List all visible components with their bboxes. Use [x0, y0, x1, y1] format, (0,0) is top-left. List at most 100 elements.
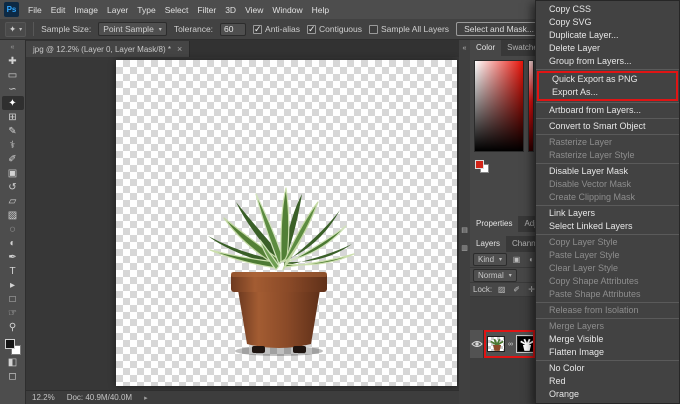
tab-layers[interactable]: Layers	[470, 236, 506, 252]
menu-item-paste-layer-style[interactable]: Paste Layer Style	[536, 249, 679, 262]
menu-window[interactable]: Window	[272, 5, 302, 15]
layer-thumbnail[interactable]	[487, 336, 505, 352]
menu-item-merge-visible[interactable]: Merge Visible	[536, 333, 679, 346]
toolbar-collapse-icon[interactable]: «	[11, 42, 15, 54]
document-tab[interactable]: jpg @ 12.2% (Layer 0, Layer Mask/8) * ×	[26, 41, 190, 57]
menu-separator	[536, 118, 679, 119]
select-and-mask-button[interactable]: Select and Mask...	[456, 22, 542, 36]
move-tool[interactable]: ✚	[2, 54, 24, 68]
menu-separator	[536, 69, 679, 70]
sample-size-select[interactable]: Point Sample ▾	[98, 22, 167, 36]
status-menu-arrow-icon[interactable]: ▸	[144, 394, 148, 402]
blend-mode-select[interactable]: Normal ▾	[473, 269, 517, 282]
menu-item-link-layers[interactable]: Link Layers	[536, 207, 679, 220]
quick-mask-button[interactable]: ◧	[2, 355, 24, 369]
menu-image[interactable]: Image	[74, 5, 98, 15]
tool-preset-dropdown[interactable]: ✦ ▾	[5, 22, 26, 37]
history-brush-tool[interactable]: ↺	[2, 180, 24, 194]
collapse-panels-icon[interactable]: «	[463, 44, 467, 54]
menu-item-export-as[interactable]: Export As...	[539, 86, 676, 99]
menu-item-select-linked-layers[interactable]: Select Linked Layers	[536, 220, 679, 233]
eraser-tool[interactable]: ▱	[2, 194, 24, 208]
menu-item-copy-layer-style[interactable]: Copy Layer Style	[536, 236, 679, 249]
blur-tool[interactable]: ◌	[2, 222, 24, 236]
brush-tool[interactable]: ✐	[2, 152, 24, 166]
contiguous-checkbox[interactable]: Contiguous	[307, 24, 362, 34]
tolerance-input[interactable]	[220, 23, 246, 36]
hand-tool[interactable]: ☞	[2, 306, 24, 320]
type-tool[interactable]: T	[2, 264, 24, 278]
eyedropper-tool[interactable]: ✎	[2, 124, 24, 138]
menu-help[interactable]: Help	[312, 5, 329, 15]
menu-item-release-from-isolation[interactable]: Release from Isolation	[536, 304, 679, 317]
magic-wand-tool[interactable]: ✦	[2, 96, 24, 110]
menu-item-merge-layers[interactable]: Merge Layers	[536, 320, 679, 333]
layer-mask-thumbnail[interactable]	[517, 336, 535, 352]
menu-item-disable-vector-mask[interactable]: Disable Vector Mask	[536, 178, 679, 191]
menu-filter[interactable]: Filter	[197, 5, 216, 15]
marquee-tool[interactable]: ▭	[2, 68, 24, 82]
menu-item-group-from-layers[interactable]: Group from Layers...	[536, 55, 679, 68]
menu-item-quick-export-png[interactable]: Quick Export as PNG	[539, 73, 676, 86]
menu-item-delete-layer[interactable]: Delete Layer	[536, 42, 679, 55]
menu-item-orange[interactable]: Orange	[536, 388, 679, 401]
tab-properties[interactable]: Properties	[470, 216, 518, 232]
menu-item-convert-smart-object[interactable]: Convert to Smart Object	[536, 120, 679, 133]
filter-pixel-icon[interactable]: ▣	[511, 255, 522, 264]
lock-transparency-icon[interactable]: ▨	[496, 285, 507, 294]
menu-view[interactable]: View	[245, 5, 263, 15]
path-selection-tool[interactable]: ▸	[2, 278, 24, 292]
menu-item-copy-css[interactable]: Copy CSS	[536, 3, 679, 16]
screen-mode-button[interactable]: ◻	[2, 369, 24, 383]
healing-brush-tool[interactable]: ⚕	[2, 138, 24, 152]
sample-all-layers-checkbox[interactable]: Sample All Layers	[369, 24, 449, 34]
foreground-background-swatches[interactable]	[5, 339, 21, 355]
fg-bg-mini-swatches[interactable]	[475, 160, 491, 174]
lasso-tool[interactable]: ∽	[2, 82, 24, 96]
tools-panel: « ✚ ▭ ∽ ✦ ⊞ ✎ ⚕ ✐ ▣ ↺ ▱ ▨ ◌ ◐ ✒ T ▸ □ ☞ …	[0, 40, 26, 404]
foreground-color-swatch[interactable]	[475, 160, 484, 169]
hue-slider[interactable]	[528, 60, 534, 152]
menu-item-flatten-image[interactable]: Flatten Image	[536, 346, 679, 359]
close-icon[interactable]: ×	[177, 44, 182, 54]
menu-item-rasterize-layer[interactable]: Rasterize Layer	[536, 136, 679, 149]
menu-item-paste-shape-attributes[interactable]: Paste Shape Attributes	[536, 288, 679, 301]
clone-stamp-tool[interactable]: ▣	[2, 166, 24, 180]
checkbox-icon	[369, 25, 378, 34]
canvas[interactable]	[116, 60, 457, 386]
menu-item-artboard-from-layers[interactable]: Artboard from Layers...	[536, 104, 679, 117]
menu-item-disable-layer-mask[interactable]: Disable Layer Mask	[536, 165, 679, 178]
pen-tool[interactable]: ✒	[2, 250, 24, 264]
color-gradient-picker[interactable]	[474, 60, 524, 152]
menu-item-red[interactable]: Red	[536, 375, 679, 388]
filter-kind-select[interactable]: Kind ▾	[473, 253, 507, 266]
crop-tool[interactable]: ⊞	[2, 110, 24, 124]
layer-visibility-toggle[interactable]	[470, 330, 484, 358]
menu-type[interactable]: Type	[137, 5, 155, 15]
menu-item-no-color[interactable]: No Color	[536, 362, 679, 375]
foreground-color-swatch[interactable]	[5, 339, 15, 349]
menu-3d[interactable]: 3D	[225, 5, 236, 15]
anti-alias-checkbox[interactable]: Anti-alias	[253, 24, 300, 34]
tab-color[interactable]: Color	[470, 40, 501, 56]
photoshop-logo-icon[interactable]: Ps	[4, 2, 19, 17]
menu-select[interactable]: Select	[165, 5, 189, 15]
zoom-level[interactable]: 12.2%	[32, 393, 55, 402]
menu-item-clear-layer-style[interactable]: Clear Layer Style	[536, 262, 679, 275]
menu-separator	[536, 302, 679, 303]
menu-edit[interactable]: Edit	[51, 5, 66, 15]
dock-panel-icon[interactable]: ▥	[461, 244, 468, 254]
menu-layer[interactable]: Layer	[107, 5, 128, 15]
menu-item-duplicate-layer[interactable]: Duplicate Layer...	[536, 29, 679, 42]
rectangle-tool[interactable]: □	[2, 292, 24, 306]
menu-item-rasterize-layer-style[interactable]: Rasterize Layer Style	[536, 149, 679, 162]
menu-item-create-clipping-mask[interactable]: Create Clipping Mask	[536, 191, 679, 204]
menu-file[interactable]: File	[28, 5, 42, 15]
dock-panel-icon[interactable]: ▤	[461, 226, 468, 236]
lock-pixels-icon[interactable]: ✐	[511, 285, 522, 294]
menu-item-copy-shape-attributes[interactable]: Copy Shape Attributes	[536, 275, 679, 288]
zoom-tool[interactable]: ⚲	[2, 320, 24, 334]
menu-item-copy-svg[interactable]: Copy SVG	[536, 16, 679, 29]
gradient-tool[interactable]: ▨	[2, 208, 24, 222]
dodge-tool[interactable]: ◐	[2, 236, 24, 250]
